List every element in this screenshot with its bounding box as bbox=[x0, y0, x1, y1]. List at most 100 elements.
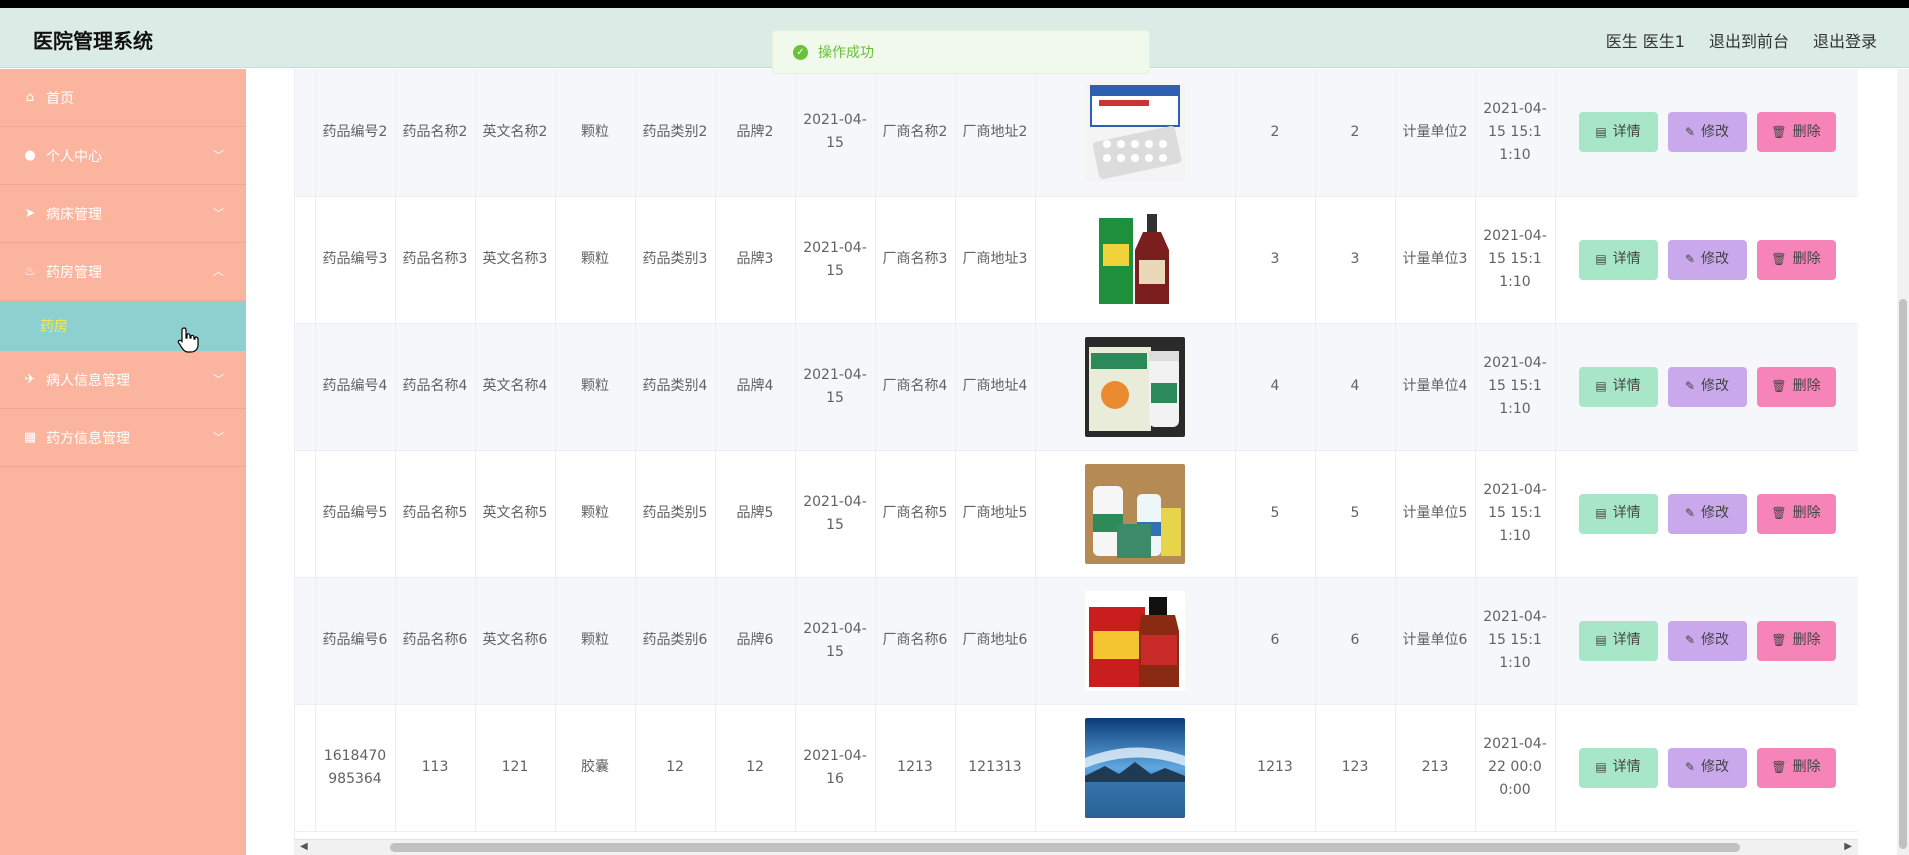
cell-date: 2021-04-16 bbox=[795, 704, 876, 832]
cell-image bbox=[1035, 450, 1236, 578]
detail-button[interactable]: ▤ 详情 bbox=[1578, 620, 1658, 661]
document-icon: ▤ bbox=[1595, 506, 1607, 520]
edit-button[interactable]: ✎ 修改 bbox=[1667, 112, 1747, 153]
detail-button[interactable]: ▤ 详情 bbox=[1578, 747, 1658, 788]
cell-cat: 药品类别3 bbox=[635, 196, 716, 324]
send-icon: ➤ bbox=[24, 206, 36, 221]
document-icon: ▤ bbox=[1595, 633, 1607, 647]
sidebar-item-prescriptions[interactable]: ▦ 药方信息管理 ﹀ bbox=[0, 409, 246, 467]
delete-button[interactable]: 🗑 删除 bbox=[1756, 747, 1836, 788]
pencil-icon: ✎ bbox=[1684, 124, 1696, 139]
edit-button[interactable]: ✎ 修改 bbox=[1667, 239, 1747, 280]
delete-label: 删除 bbox=[1792, 251, 1821, 267]
medicine-table-wrapper[interactable]: 药品编号2 药品名称2 英文名称2 颗粒 药品类别2 品牌2 2021-04-15 厂商名称2… bbox=[294, 69, 1858, 839]
current-user[interactable]: 医生 医生1 bbox=[1606, 28, 1685, 52]
cell-cat: 药品类别6 bbox=[635, 577, 716, 705]
scroll-right-icon[interactable]: ▶ bbox=[1844, 841, 1852, 852]
horizontal-scrollbar[interactable]: ◀ ▶ bbox=[294, 839, 1858, 855]
pencil-icon: ✎ bbox=[1684, 760, 1696, 774]
cell-brand: 品牌5 bbox=[715, 450, 796, 578]
row-spacer bbox=[295, 577, 316, 705]
cell-form: 颗粒 bbox=[555, 450, 636, 578]
cell-b: 6 bbox=[1315, 577, 1396, 705]
vertical-scrollbar-thumb[interactable] bbox=[1899, 299, 1907, 849]
delete-button[interactable]: 🗑 删除 bbox=[1756, 620, 1836, 661]
cell-actions: ▤ 详情 ✎ 修改 🗑 删除 bbox=[1555, 704, 1858, 832]
cell-actions: ▤ 详情 ✎ 修改 🗑 删除 bbox=[1555, 69, 1858, 197]
cell-mfr: 厂商名称3 bbox=[875, 196, 956, 324]
cell-unit: 计量单位4 bbox=[1395, 323, 1476, 451]
detail-button[interactable]: ▤ 详情 bbox=[1578, 112, 1658, 153]
table-row: 药品编号4 药品名称4 英文名称4 颗粒 药品类别4 品牌4 2021-04-15 厂商名称4… bbox=[295, 323, 1858, 451]
plane-icon: ✈ bbox=[24, 372, 36, 387]
trash-icon: 🗑 bbox=[1771, 379, 1787, 393]
toast-message: 操作成功 bbox=[818, 45, 874, 61]
cell-en: 英文名称5 bbox=[475, 450, 556, 578]
cell-b: 123 bbox=[1315, 704, 1396, 832]
cell-form: 颗粒 bbox=[555, 577, 636, 705]
vertical-scrollbar[interactable] bbox=[1897, 69, 1909, 855]
cell-a: 1213 bbox=[1235, 704, 1316, 832]
edit-button[interactable]: ✎ 修改 bbox=[1667, 747, 1747, 788]
cell-a: 3 bbox=[1235, 196, 1316, 324]
edit-button[interactable]: ✎ 修改 bbox=[1667, 620, 1747, 661]
sidebar-item-pharmacy[interactable]: ♨ 药房管理 ︿ bbox=[0, 243, 246, 301]
cell-unit: 计量单位3 bbox=[1395, 196, 1476, 324]
cell-b: 2 bbox=[1315, 69, 1396, 197]
delete-label: 删除 bbox=[1792, 759, 1821, 775]
table-row: 药品编号2 药品名称2 英文名称2 颗粒 药品类别2 品牌2 2021-04-15 厂商名称2… bbox=[295, 69, 1858, 197]
cell-date: 2021-04-15 bbox=[795, 450, 876, 578]
row-spacer bbox=[295, 323, 316, 451]
cell-mfr: 厂商名称6 bbox=[875, 577, 956, 705]
delete-label: 删除 bbox=[1792, 123, 1821, 140]
medicine-table: 药品编号2 药品名称2 英文名称2 颗粒 药品类别2 品牌2 2021-04-15 厂商名称2… bbox=[295, 69, 1858, 832]
cell-brand: 品牌6 bbox=[715, 577, 796, 705]
trash-icon: 🗑 bbox=[1771, 252, 1787, 266]
cell-mfr: 1213 bbox=[875, 704, 956, 832]
scrollbar-thumb[interactable] bbox=[390, 843, 1740, 852]
edit-button[interactable]: ✎ 修改 bbox=[1667, 493, 1747, 534]
cell-unit: 213 bbox=[1395, 704, 1476, 832]
cell-code: 1618470985364 bbox=[315, 704, 396, 832]
cell-date: 2021-04-15 bbox=[795, 196, 876, 324]
sidebar-item-profile[interactable]: ● 个人中心 ﹀ bbox=[0, 127, 246, 185]
app-title: 医院管理系统 bbox=[33, 29, 153, 53]
sidebar-item-beds[interactable]: ➤ 病床管理 ﹀ bbox=[0, 185, 246, 243]
delete-label: 删除 bbox=[1792, 378, 1821, 394]
delete-button[interactable]: 🗑 删除 bbox=[1756, 493, 1836, 534]
delete-label: 删除 bbox=[1792, 505, 1821, 521]
detail-button[interactable]: ▤ 详情 bbox=[1578, 366, 1658, 407]
medicine-image bbox=[1085, 717, 1185, 818]
cell-mfr: 厂商名称4 bbox=[875, 323, 956, 451]
edit-button[interactable]: ✎ 修改 bbox=[1667, 366, 1747, 407]
row-spacer bbox=[295, 69, 316, 197]
cell-name: 113 bbox=[395, 704, 476, 832]
sidebar-item-patients[interactable]: ✈ 病人信息管理 ﹀ bbox=[0, 351, 246, 409]
detail-button[interactable]: ▤ 详情 bbox=[1578, 493, 1658, 534]
cell-actions: ▤ 详情 ✎ 修改 🗑 删除 bbox=[1555, 577, 1858, 705]
delete-button[interactable]: 🗑 删除 bbox=[1756, 239, 1836, 280]
medicine-image bbox=[1085, 336, 1185, 437]
document-icon: ▤ bbox=[1595, 252, 1607, 266]
success-toast: ✓ 操作成功 bbox=[772, 30, 1150, 74]
logout-link[interactable]: 退出登录 bbox=[1813, 28, 1877, 52]
trash-icon: 🗑 bbox=[1771, 633, 1787, 647]
to-front-link[interactable]: 退出到前台 bbox=[1709, 28, 1789, 52]
delete-button[interactable]: 🗑 删除 bbox=[1756, 366, 1836, 407]
cell-addr: 厂商地址6 bbox=[955, 577, 1036, 705]
cell-addr: 厂商地址5 bbox=[955, 450, 1036, 578]
sidebar-item-home[interactable]: ⌂ 首页 bbox=[0, 69, 246, 127]
sidebar: ⌂ 首页 ● 个人中心 ﹀ ➤ 病床管理 ﹀ ♨ 药房管理 ︿ 药房 ✈ 病人信… bbox=[0, 69, 246, 855]
cell-time: 2021-04-15 15:11:10 bbox=[1475, 577, 1556, 705]
table-row: 药品编号6 药品名称6 英文名称6 颗粒 药品类别6 品牌6 2021-04-15 厂商名称6… bbox=[295, 577, 1858, 705]
trash-icon: 🗑 bbox=[1771, 506, 1787, 520]
cell-name: 药品名称3 bbox=[395, 196, 476, 324]
detail-label: 详情 bbox=[1612, 378, 1641, 394]
scroll-left-icon[interactable]: ◀ bbox=[300, 841, 308, 852]
detail-button[interactable]: ▤ 详情 bbox=[1578, 239, 1658, 280]
delete-button[interactable]: 🗑 删除 bbox=[1756, 112, 1836, 153]
row-spacer bbox=[295, 704, 316, 832]
sidebar-subitem-pharmacy[interactable]: 药房 bbox=[0, 301, 246, 351]
document-icon: ▤ bbox=[1595, 379, 1607, 393]
cell-actions: ▤ 详情 ✎ 修改 🗑 删除 bbox=[1555, 196, 1858, 324]
